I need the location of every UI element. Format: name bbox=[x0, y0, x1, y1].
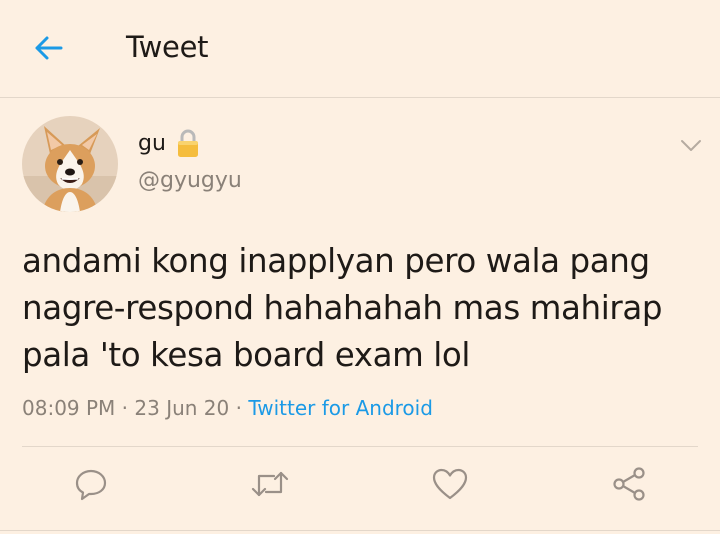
arrow-left-icon bbox=[33, 35, 63, 65]
reply-button[interactable] bbox=[69, 464, 113, 508]
tweet-text-line: pala 'to kesa board exam lol bbox=[22, 336, 471, 374]
tweet-date: 23 Jun 20 bbox=[134, 396, 230, 420]
avatar[interactable] bbox=[22, 116, 118, 212]
tweet-text-line: andami kong inapplyan pero wala pang bbox=[22, 242, 650, 280]
page-title: Tweet bbox=[126, 30, 209, 64]
author-handle[interactable]: @gyugyu bbox=[138, 168, 242, 193]
meta-separator: · bbox=[121, 396, 129, 420]
tweet-source-link[interactable]: Twitter for Android bbox=[248, 396, 433, 420]
tweet-time: 08:09 PM bbox=[22, 396, 116, 420]
heart-icon bbox=[432, 467, 468, 505]
back-button[interactable] bbox=[28, 30, 68, 70]
tweet-text-line: nagre-respond hahahahah mas mahirap bbox=[22, 289, 663, 327]
tweet-actions bbox=[0, 464, 720, 514]
divider bbox=[0, 530, 720, 531]
tweet-meta: 08:09 PM · 23 Jun 20 · Twitter for Andro… bbox=[22, 396, 433, 420]
reply-icon bbox=[74, 467, 108, 505]
tweet-text: andami kong inapplyan pero wala pang nag… bbox=[22, 238, 692, 379]
share-icon bbox=[611, 466, 647, 506]
author-name-row[interactable]: gu bbox=[138, 128, 200, 158]
share-button[interactable] bbox=[607, 464, 651, 508]
chevron-down-icon bbox=[680, 138, 702, 157]
meta-separator: · bbox=[235, 396, 242, 420]
like-button[interactable] bbox=[428, 464, 472, 508]
divider bbox=[22, 446, 698, 447]
more-options-button[interactable] bbox=[676, 132, 706, 162]
display-name[interactable]: gu bbox=[138, 131, 166, 156]
top-bar: Tweet bbox=[0, 0, 720, 98]
lock-icon bbox=[176, 128, 200, 158]
retweet-button[interactable] bbox=[248, 464, 292, 508]
retweet-icon bbox=[250, 467, 290, 505]
